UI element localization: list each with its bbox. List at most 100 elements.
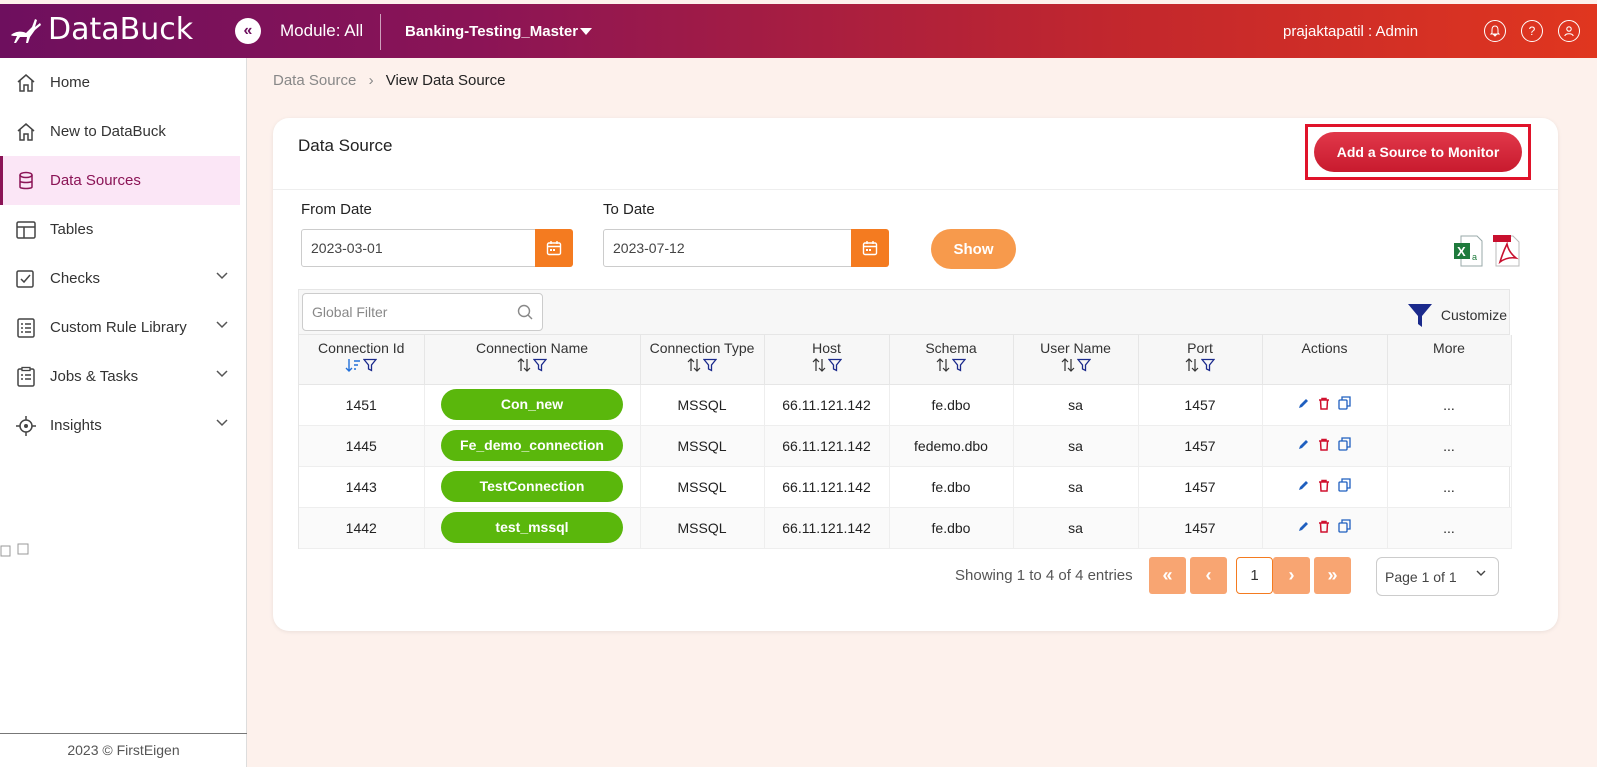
connection-name-pill[interactable]: test_mssql [441,512,623,543]
chevron-down-icon[interactable] [216,321,228,329]
breadcrumb-separator-icon: › [368,72,374,89]
sort-icon[interactable] [936,358,950,372]
column-header[interactable]: More [1387,335,1512,385]
cell-more[interactable]: ... [1387,507,1512,549]
search-icon [517,304,533,320]
deer-logo-icon [11,18,41,43]
to-date-calendar-button[interactable] [851,229,889,267]
column-header[interactable]: Connection Type [640,335,765,385]
sidebar-item-data-sources[interactable]: Data Sources [0,156,240,205]
cell-actions [1262,384,1388,426]
column-header[interactable]: Port [1138,335,1263,385]
from-date-calendar-button[interactable] [535,229,573,267]
database-icon [14,169,38,193]
first-page-button[interactable]: « [1149,557,1186,594]
delete-icon[interactable] [1318,479,1330,492]
cell-user: sa [1013,384,1139,426]
copy-icon[interactable] [1338,437,1352,451]
cell-actions [1262,466,1388,508]
to-date-input[interactable]: 2023-07-12 [603,229,855,267]
sort-icon[interactable] [517,358,531,372]
column-header[interactable]: Connection Name [424,335,641,385]
sort-icon[interactable] [1185,358,1199,372]
cell-id: 1443 [299,466,425,508]
edit-icon[interactable] [1297,397,1310,410]
column-header-label: User Name [1040,340,1111,356]
cell-port: 1457 [1138,425,1263,467]
page-select[interactable]: Page 1 of 1 [1376,557,1499,596]
delete-icon[interactable] [1318,520,1330,533]
global-filter-input[interactable]: Global Filter [302,293,543,331]
notification-bell-icon[interactable] [1484,20,1506,42]
cell-id: 1442 [299,507,425,549]
copy-icon[interactable] [1338,478,1352,492]
edit-icon[interactable] [1297,438,1310,451]
connections-table: Connection Id Connection Name Connection T… [299,335,1512,549]
help-icon[interactable]: ? [1521,20,1543,42]
sidebar-item-jobs-tasks[interactable]: Jobs & Tasks [0,352,246,401]
column-header[interactable]: Connection Id [299,335,425,385]
customize-label: Customize [1440,307,1507,323]
show-button[interactable]: Show [931,229,1016,269]
user-profile-icon[interactable] [1558,20,1580,42]
breadcrumb-parent[interactable]: Data Source [273,72,356,89]
sort-icon[interactable] [1061,358,1075,372]
sidebar-item-new-to-databuck[interactable]: New to DataBuck [0,107,246,156]
previous-page-button[interactable]: ‹ [1190,557,1227,594]
column-header[interactable]: Actions [1262,335,1388,385]
copy-icon[interactable] [1338,519,1352,533]
brand-logo[interactable]: DataBuck [8,12,193,47]
sidebar-item-insights[interactable]: Insights [0,401,246,450]
pdf-export-icon[interactable] [1491,234,1521,268]
column-header[interactable]: Host [764,335,890,385]
excel-export-icon[interactable]: X a [1453,234,1483,268]
column-filter-icon[interactable] [827,358,842,372]
column-header[interactable]: User Name [1013,335,1139,385]
from-date-input[interactable]: 2023-03-01 [301,229,539,267]
collapse-sidebar-button[interactable]: « [235,18,261,44]
connection-name-pill[interactable]: Fe_demo_connection [441,430,623,461]
current-page-button[interactable]: 1 [1236,557,1273,594]
module-label[interactable]: Module: All [280,21,363,41]
column-filter-icon[interactable] [363,358,378,372]
connection-name-pill[interactable]: Con_new [441,389,623,420]
cell-more[interactable]: ... [1387,384,1512,426]
sidebar-item-home[interactable]: Home [0,58,246,107]
edit-icon[interactable] [1297,520,1310,533]
delete-icon[interactable] [1318,438,1330,451]
cell-name: Con_new [424,384,641,426]
connection-name-pill[interactable]: TestConnection [441,471,623,502]
chevron-down-icon[interactable] [216,272,228,280]
cell-more[interactable]: ... [1387,425,1512,467]
cell-schema: fe.dbo [889,507,1014,549]
next-page-button[interactable]: › [1273,557,1310,594]
column-filter-icon[interactable] [952,358,966,372]
data-source-table: Global Filter Customize Connection Id Con… [298,289,1512,549]
chevron-down-icon[interactable] [216,419,228,427]
chevron-down-icon[interactable] [216,370,228,378]
edit-icon[interactable] [1297,479,1310,492]
copy-icon[interactable] [1338,396,1352,410]
sort-icon[interactable] [687,358,701,372]
last-page-button[interactable]: » [1314,557,1351,594]
caret-down-icon[interactable] [580,28,592,35]
delete-icon[interactable] [1318,397,1330,410]
card-divider [273,189,1558,190]
calendar-icon [546,241,562,256]
column-sort-filter [1014,358,1138,372]
column-header[interactable]: Schema [889,335,1014,385]
column-sort-filter [1139,358,1262,372]
customize-button[interactable]: Customize [1407,302,1507,328]
sidebar-item-custom-rule-library[interactable]: Custom Rule Library [0,303,246,352]
column-filter-icon[interactable] [703,358,717,372]
cell-more[interactable]: ... [1387,466,1512,508]
column-filter-icon[interactable] [1201,358,1215,372]
sidebar-item-checks[interactable]: Checks [0,254,246,303]
sidebar-item-tables[interactable]: Tables [0,205,246,254]
sort-descending-icon[interactable] [345,358,361,372]
column-filter-icon[interactable] [1076,358,1091,372]
add-source-button[interactable]: Add a Source to Monitor [1314,132,1522,172]
column-filter-icon[interactable] [533,358,547,372]
project-selector[interactable]: Banking-Testing_Master [405,23,578,40]
sort-icon[interactable] [812,358,826,372]
